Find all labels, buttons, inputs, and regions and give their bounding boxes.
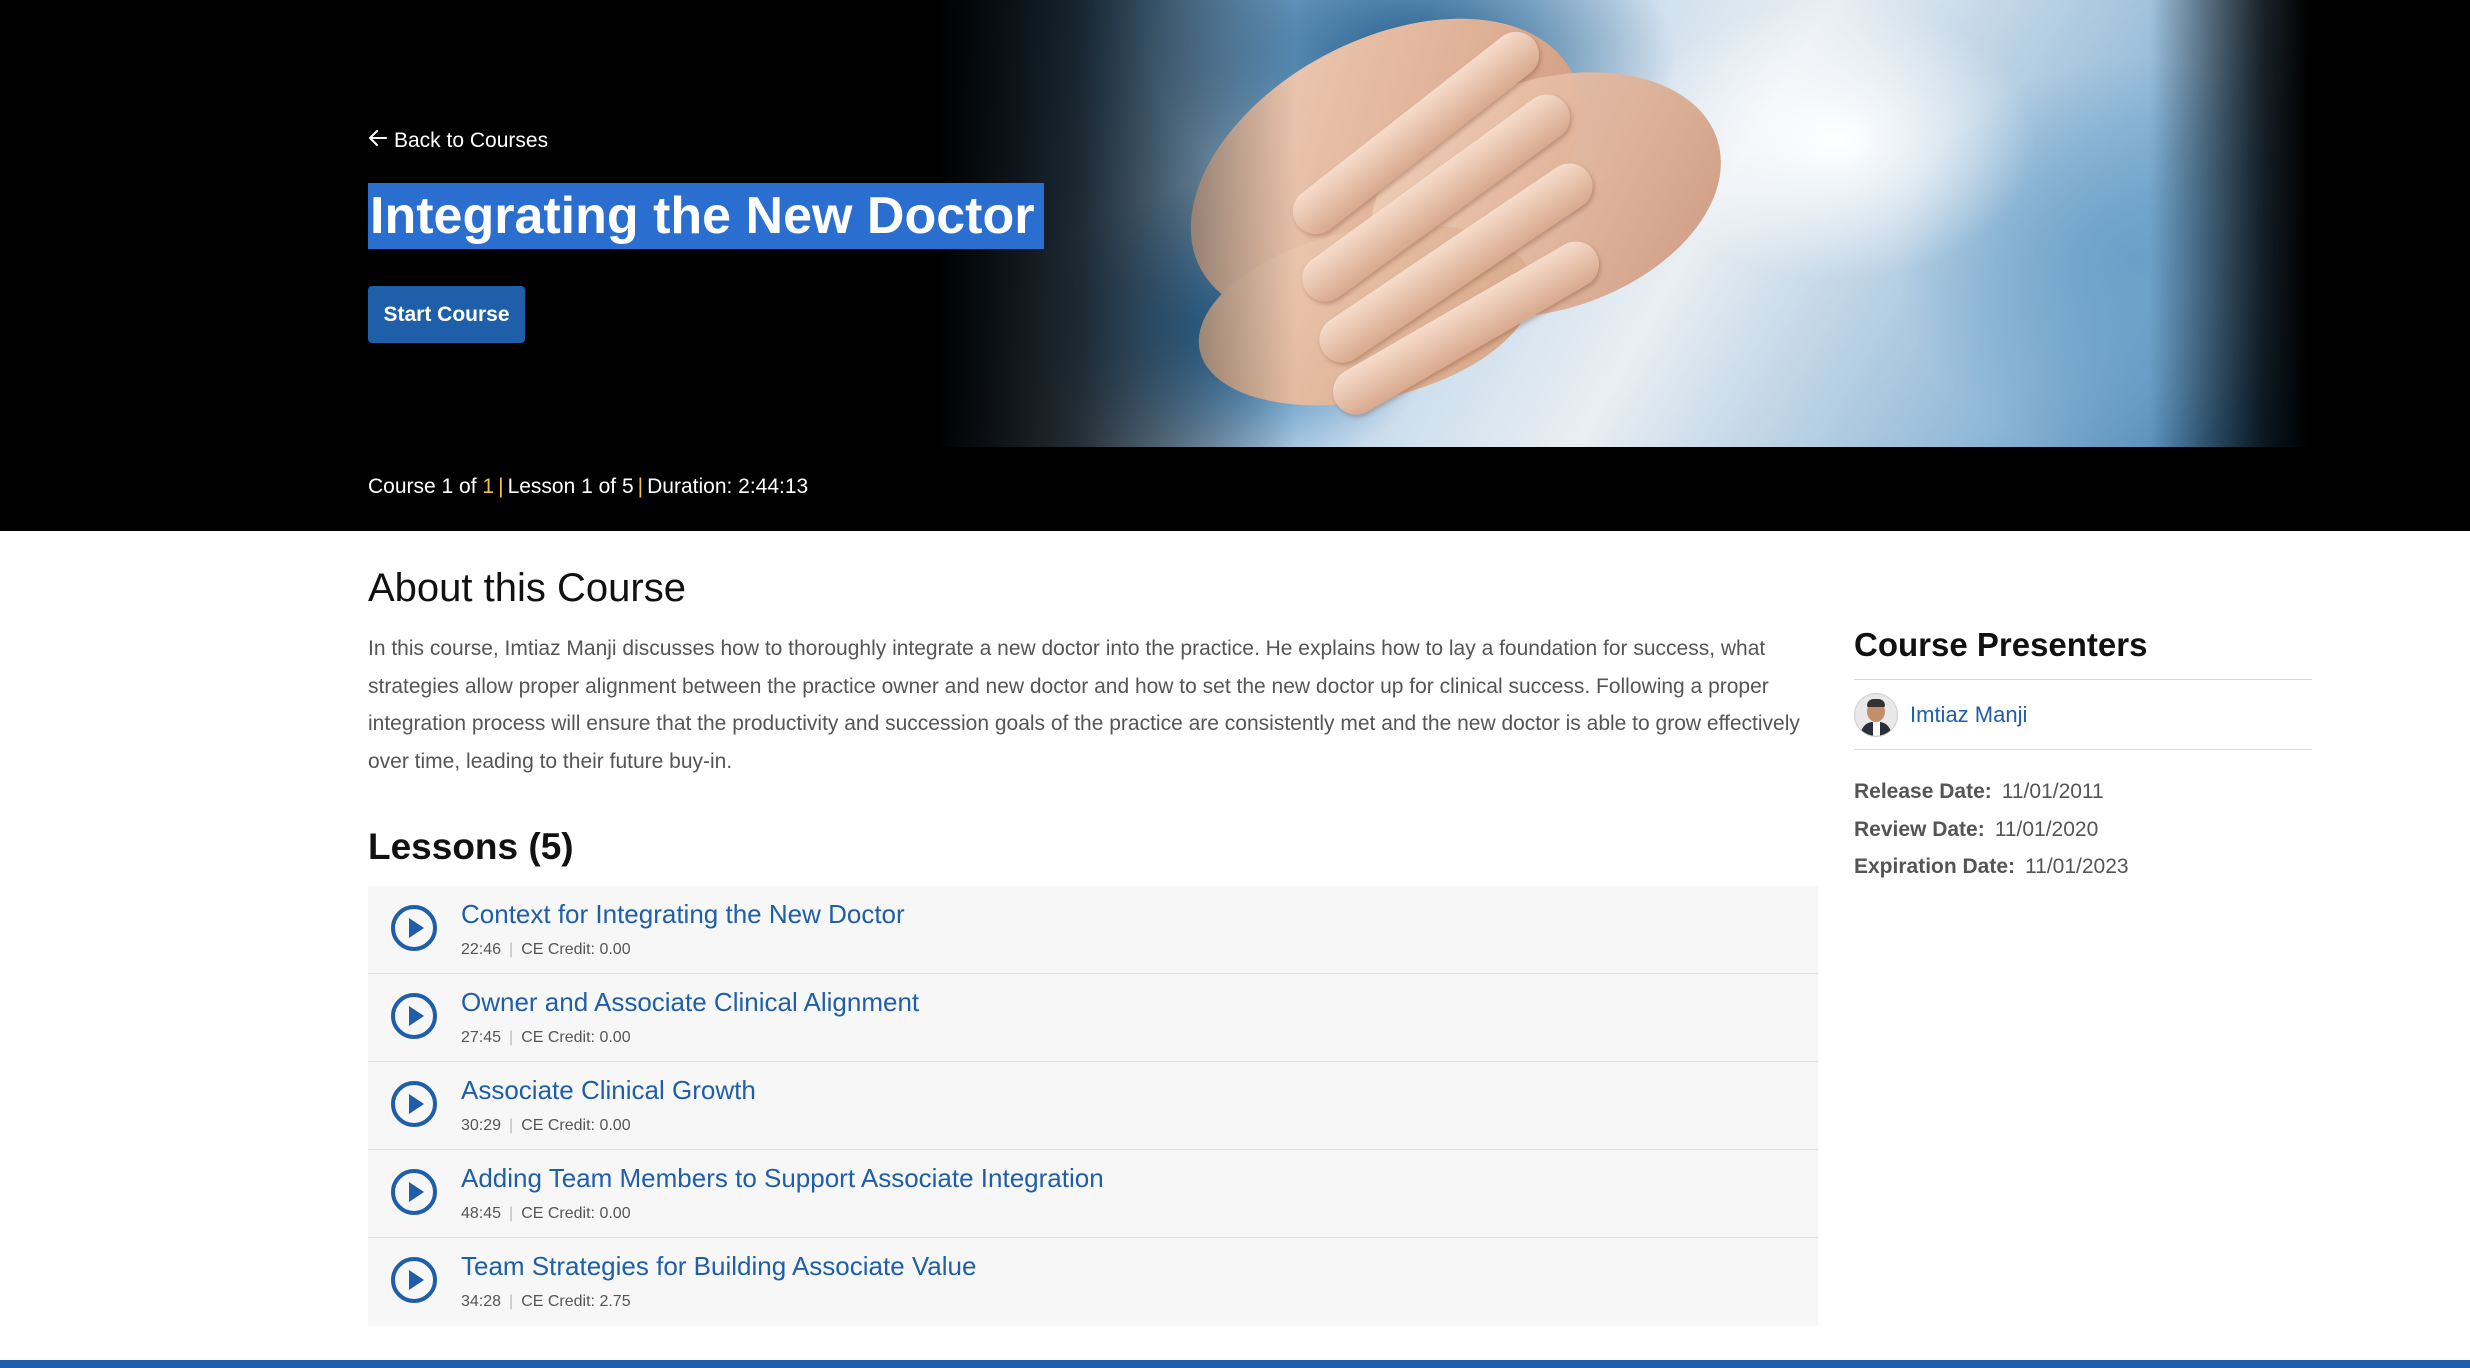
lesson-item[interactable]: Associate Clinical Growth 30:29 | CE Credi… bbox=[368, 1062, 1818, 1150]
start-course-button[interactable]: Start Course bbox=[368, 286, 525, 343]
play-circle-icon[interactable] bbox=[390, 904, 438, 952]
lesson-ce-credit: CE Credit: 2.75 bbox=[521, 1293, 631, 1310]
footer-bar bbox=[0, 1360, 2470, 1368]
lesson-duration: 27:45 bbox=[461, 1029, 502, 1046]
review-date-row: Review Date: 11/01/2020 bbox=[1854, 818, 2098, 842]
lessons-heading: Lessons (5) bbox=[368, 826, 574, 867]
course-duration: Duration: 2:44:13 bbox=[647, 475, 809, 498]
review-date-value: 11/01/2020 bbox=[1994, 818, 2099, 841]
lesson-count: Lesson 1 of 5 bbox=[507, 475, 634, 498]
arrow-left-icon bbox=[368, 128, 388, 154]
about-heading: About this Course bbox=[368, 566, 686, 610]
lesson-meta: 34:28 | CE Credit: 2.75 bbox=[461, 1293, 631, 1310]
lesson-meta: 27:45 | CE Credit: 0.00 bbox=[461, 1029, 631, 1046]
lesson-item[interactable]: Adding Team Members to Support Associate… bbox=[368, 1150, 1818, 1238]
review-date-label: Review Date: bbox=[1854, 818, 1985, 841]
avatar bbox=[1854, 693, 1898, 737]
lesson-ce-credit: CE Credit: 0.00 bbox=[521, 941, 631, 958]
lesson-meta: 22:46 | CE Credit: 0.00 bbox=[461, 941, 631, 958]
lesson-item[interactable]: Context for Integrating the New Doctor 2… bbox=[368, 886, 1818, 974]
course-count-label: Course 1 of bbox=[368, 475, 477, 498]
lesson-title[interactable]: Owner and Associate Clinical Alignment bbox=[461, 987, 919, 1018]
presenters-heading: Course Presenters bbox=[1854, 626, 2148, 663]
lesson-title[interactable]: Team Strategies for Building Associate V… bbox=[461, 1251, 976, 1282]
presenter-name-link[interactable]: Imtiaz Manji bbox=[1910, 702, 2027, 728]
lesson-item[interactable]: Team Strategies for Building Associate V… bbox=[368, 1238, 1818, 1326]
lesson-duration: 48:45 bbox=[461, 1205, 502, 1222]
expiration-date-label: Expiration Date: bbox=[1854, 855, 2016, 878]
lesson-meta: 30:29 | CE Credit: 0.00 bbox=[461, 1117, 631, 1134]
course-count-total: 1 bbox=[482, 475, 495, 498]
divider bbox=[1854, 749, 2312, 750]
about-description: In this course, Imtiaz Manji discusses h… bbox=[368, 637, 1800, 773]
lesson-title[interactable]: Context for Integrating the New Doctor bbox=[461, 899, 905, 930]
lesson-meta: 48:45 | CE Credit: 0.00 bbox=[461, 1205, 631, 1222]
release-date-label: Release Date: bbox=[1854, 780, 1992, 803]
back-to-courses-link[interactable]: Back to Courses bbox=[368, 128, 548, 154]
presenter-item[interactable]: Imtiaz Manji bbox=[1854, 693, 2027, 737]
expiration-date-row: Expiration Date: 11/01/2023 bbox=[1854, 855, 2129, 879]
play-circle-icon[interactable] bbox=[390, 992, 438, 1040]
lesson-ce-credit: CE Credit: 0.00 bbox=[521, 1117, 631, 1134]
lesson-duration: 34:28 bbox=[461, 1293, 502, 1310]
course-title: Integrating the New Doctor bbox=[368, 183, 1045, 249]
lesson-ce-credit: CE Credit: 0.00 bbox=[521, 1205, 631, 1222]
play-circle-icon[interactable] bbox=[390, 1168, 438, 1216]
lesson-title[interactable]: Associate Clinical Growth bbox=[461, 1075, 756, 1106]
back-link-label: Back to Courses bbox=[394, 129, 549, 152]
lesson-title[interactable]: Adding Team Members to Support Associate… bbox=[461, 1163, 1104, 1194]
release-date-value: 11/01/2011 bbox=[2001, 780, 2104, 803]
course-meta-line: Course 1 of 1 | Lesson 1 of 5 | Duration: 2:… bbox=[368, 475, 809, 498]
lesson-duration: 22:46 bbox=[461, 941, 502, 958]
lesson-item[interactable]: Owner and Associate Clinical Alignment 2… bbox=[368, 974, 1818, 1062]
lesson-ce-credit: CE Credit: 0.00 bbox=[521, 1029, 631, 1046]
lessons-list: Context for Integrating the New Doctor 2… bbox=[368, 886, 1818, 1326]
release-date-row: Release Date: 11/01/2011 bbox=[1854, 780, 2104, 804]
lesson-duration: 30:29 bbox=[461, 1117, 502, 1134]
play-circle-icon[interactable] bbox=[390, 1256, 438, 1304]
expiration-date-value: 11/01/2023 bbox=[2025, 855, 2129, 878]
divider bbox=[1854, 679, 2312, 680]
play-circle-icon[interactable] bbox=[390, 1080, 438, 1128]
